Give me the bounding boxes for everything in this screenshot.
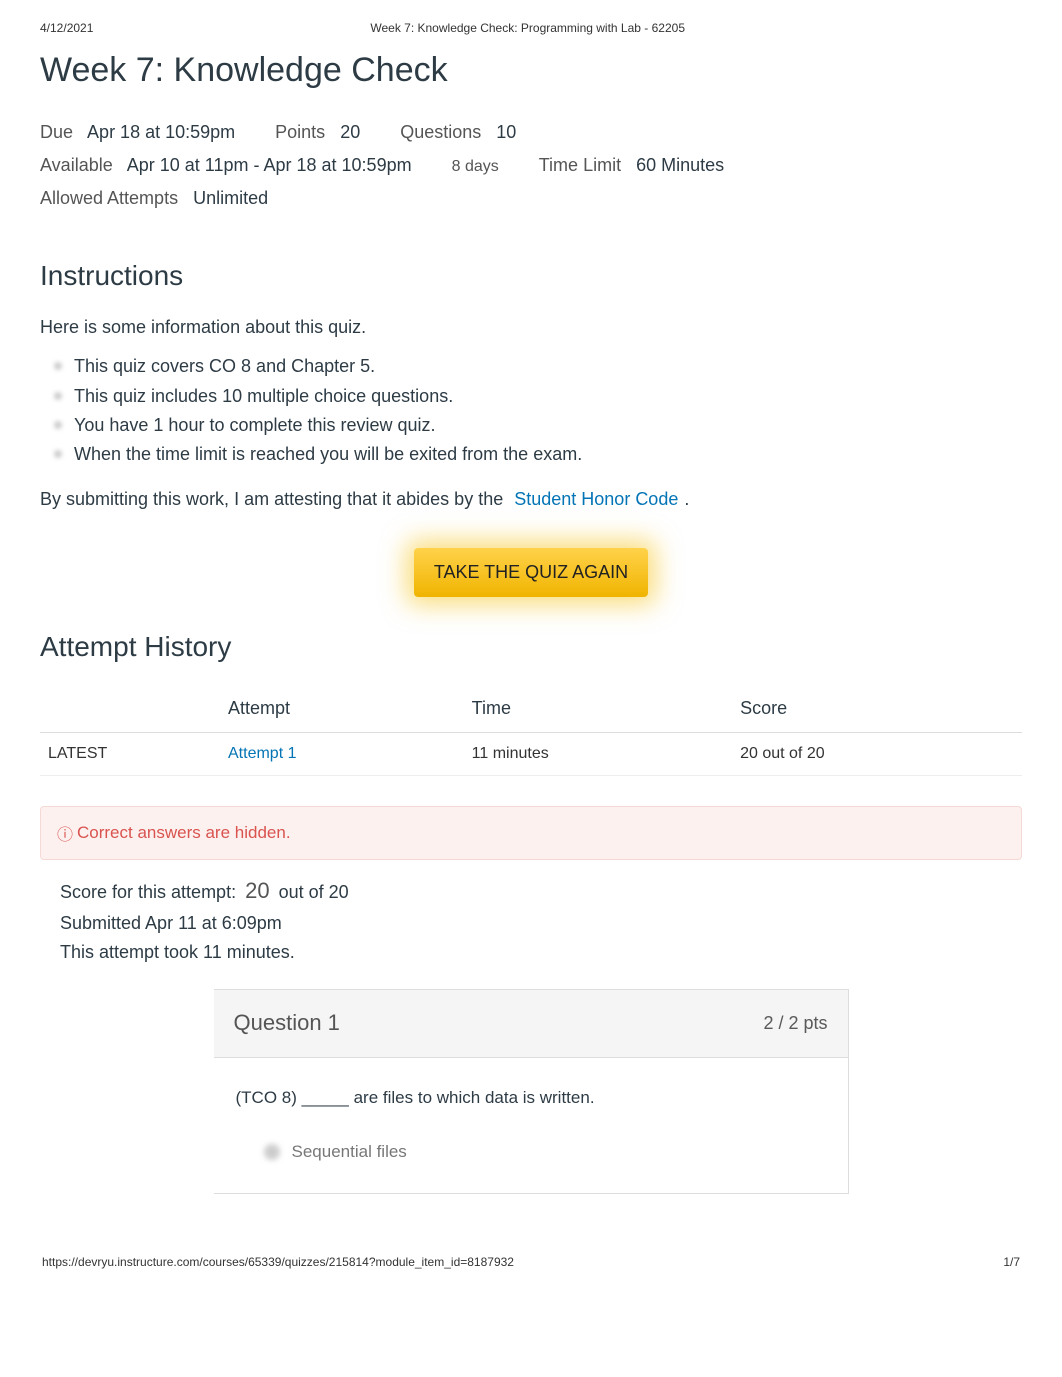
print-title: Week 7: Knowledge Check: Programming wit… (93, 20, 962, 37)
bullet-item: This quiz covers CO 8 and Chapter 5. (50, 354, 1022, 379)
available-days: 8 days (452, 158, 499, 175)
print-date: 4/12/2021 (40, 20, 93, 37)
print-footer: https://devryu.instructure.com/courses/6… (40, 1254, 1022, 1271)
row-time: 11 minutes (464, 732, 732, 775)
question-card: Question 1 2 / 2 pts (TCO 8) _____ are f… (214, 989, 849, 1194)
question-points: 2 / 2 pts (763, 1011, 827, 1036)
attest-line: By submitting this work, I am attesting … (40, 487, 1022, 512)
row-status: LATEST (40, 732, 220, 775)
quiz-meta: Due Apr 18 at 10:59pm Points 20 Question… (40, 104, 1022, 226)
questions-label: Questions (400, 122, 481, 142)
attempt-link[interactable]: Attempt 1 (228, 745, 296, 762)
score-prefix: Score for this attempt: (60, 882, 236, 902)
attest-prefix: By submitting this work, I am attesting … (40, 489, 503, 509)
table-row: LATEST Attempt 1 11 minutes 20 out of 20 (40, 732, 1022, 775)
available-value: Apr 10 at 11pm - Apr 18 at 10:59pm (127, 155, 412, 175)
honor-code-link[interactable]: Student Honor Code (508, 487, 684, 511)
attempts-value: Unlimited (193, 188, 268, 208)
bullet-item: When the time limit is reached you will … (50, 442, 1022, 467)
instructions-heading: Instructions (40, 256, 1022, 295)
available-label: Available (40, 155, 113, 175)
info-icon: ⓘ (57, 825, 65, 841)
instructions-bullets: This quiz covers CO 8 and Chapter 5. Thi… (40, 354, 1022, 467)
due-value: Apr 18 at 10:59pm (87, 122, 235, 142)
due-label: Due (40, 122, 73, 142)
radio-icon (264, 1144, 280, 1160)
time-limit-value: 60 Minutes (636, 155, 724, 175)
print-header: 4/12/2021 Week 7: Knowledge Check: Progr… (40, 20, 1022, 37)
hidden-banner-text: Correct answers are hidden. (77, 821, 291, 845)
col-score: Score (732, 686, 1022, 732)
submitted-line: Submitted Apr 11 at 6:09pm (60, 911, 1022, 936)
points-value: 20 (340, 122, 360, 142)
score-suffix: out of 20 (279, 882, 349, 902)
attest-suffix: . (684, 489, 689, 509)
footer-page: 1/7 (1003, 1254, 1020, 1271)
col-time: Time (464, 686, 732, 732)
questions-value: 10 (496, 122, 516, 142)
hidden-answers-banner: ⓘ Correct answers are hidden. (40, 806, 1022, 860)
bullet-item: This quiz includes 10 multiple choice qu… (50, 384, 1022, 409)
attempt-history-heading: Attempt History (40, 627, 1022, 666)
attempts-label: Allowed Attempts (40, 188, 178, 208)
take-quiz-again-button[interactable]: TAKE THE QUIZ AGAIN (414, 548, 648, 597)
col-attempt: Attempt (220, 686, 464, 732)
col-blank (40, 686, 220, 732)
time-limit-label: Time Limit (539, 155, 621, 175)
instructions-intro: Here is some information about this quiz… (40, 315, 1022, 340)
score-line: Score for this attempt: 20 out of 20 (60, 876, 1022, 907)
attempt-history-table: Attempt Time Score LATEST Attempt 1 11 m… (40, 686, 1022, 776)
footer-url: https://devryu.instructure.com/courses/6… (42, 1254, 514, 1271)
question-title: Question 1 (234, 1008, 340, 1039)
duration-line: This attempt took 11 minutes. (60, 940, 1022, 965)
bullet-item: You have 1 hour to complete this review … (50, 413, 1022, 438)
row-score: 20 out of 20 (732, 732, 1022, 775)
score-number: 20 (245, 878, 269, 903)
page-title: Week 7: Knowledge Check (40, 47, 1022, 95)
question-text: (TCO 8) _____ are files to which data is… (236, 1086, 826, 1110)
answer-row: Sequential files (236, 1140, 826, 1164)
points-label: Points (275, 122, 325, 142)
answer-text: Sequential files (292, 1140, 407, 1164)
